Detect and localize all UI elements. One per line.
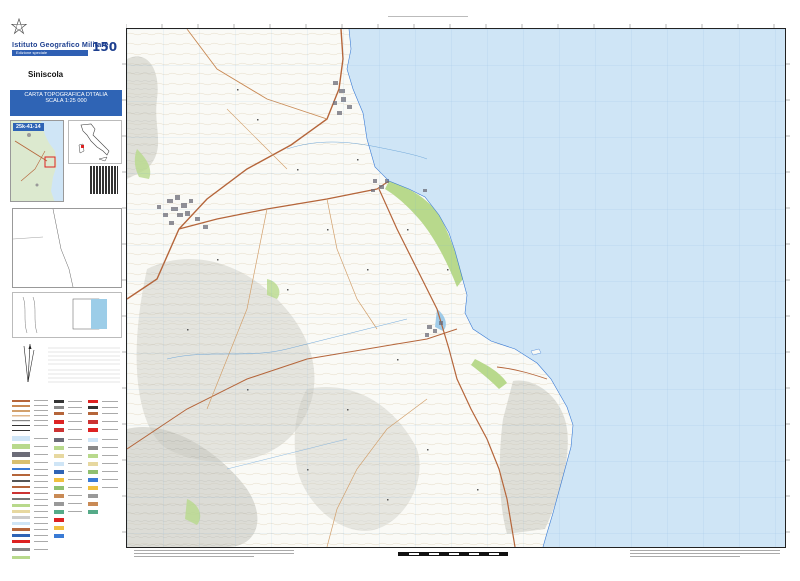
legend-panel: Istituto Geografico Militare Edizione sp… xyxy=(8,8,122,574)
locator-section: 25k-41-14 xyxy=(10,120,122,202)
right-graticule-ticks xyxy=(786,63,790,533)
italy-overview-map xyxy=(68,120,122,164)
map-canvas[interactable] xyxy=(127,29,785,547)
sea-swatch xyxy=(91,299,107,329)
sheet-title: Siniscola xyxy=(28,70,64,79)
kilometric-grid xyxy=(127,29,785,547)
notes-table xyxy=(48,347,120,383)
conventional-signs-legend xyxy=(12,398,120,568)
top-graticule-ticks xyxy=(126,16,775,28)
topographic-map[interactable] xyxy=(126,28,786,548)
brand-block: Istituto Geografico Militare Edizione sp… xyxy=(10,18,122,56)
north-arrow-icon xyxy=(23,343,35,383)
qr-code-icon xyxy=(90,166,118,194)
sheet-code-badge: 25k-41-14 xyxy=(13,123,44,131)
declination-diagram xyxy=(12,292,122,338)
edition-label: Edizione speciale xyxy=(16,50,48,55)
locator-map-icon: 25k-41-14 xyxy=(10,120,64,202)
left-graticule-ticks xyxy=(122,63,126,533)
anniversary-logo: 150 xyxy=(92,40,118,54)
italian-republic-emblem-icon xyxy=(10,18,28,35)
scale-bar-icon xyxy=(398,552,508,556)
series-box: CARTA TOPOGRAFICA D'ITALIA SCALA 1:25 00… xyxy=(10,90,122,116)
sheet-index-diagram xyxy=(12,208,122,288)
series-scale: SCALA 1:25 000 xyxy=(45,98,87,104)
